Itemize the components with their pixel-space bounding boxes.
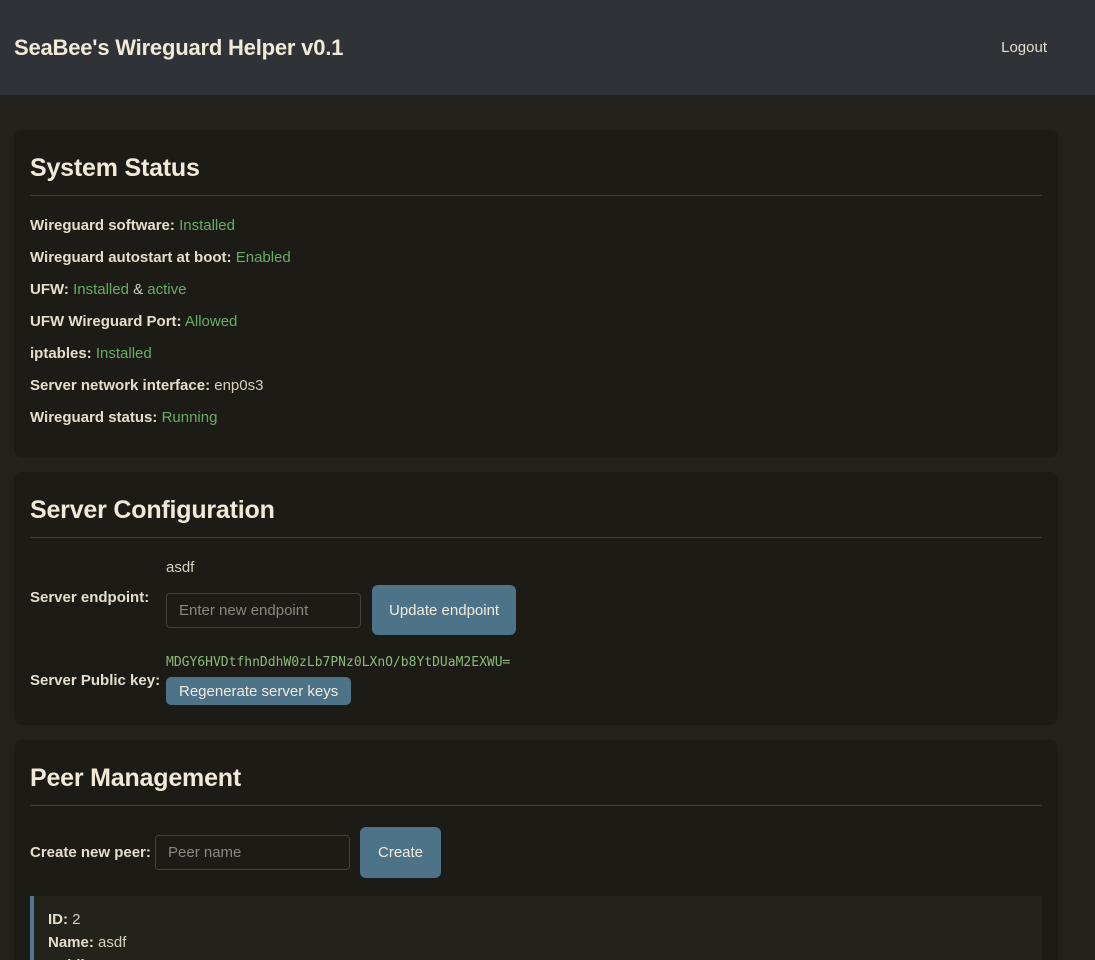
status-label: UFW: [30, 281, 69, 298]
peer-field-value: 2 [72, 911, 80, 928]
logout-link[interactable]: Logout [1001, 39, 1047, 56]
app-title: SeaBee's Wireguard Helper v0.1 [14, 35, 343, 61]
status-value: Installed [179, 217, 235, 234]
peer-list: ID: 2Name: asdfPublic Key: ckyOHj5Bk8707… [30, 896, 1042, 960]
peer-field-value: asdf [98, 934, 126, 951]
status-label: Wireguard status: [30, 409, 157, 426]
create-peer-button[interactable]: Create [360, 827, 441, 878]
server-public-key-label: Server Public key: [30, 672, 166, 689]
server-public-key-value: MDGY6HVDtfhnDdhW0zLb7PNz0LXnO/b8YtDUaM2E… [166, 655, 510, 670]
endpoint-input[interactable] [166, 593, 361, 628]
main-content: System Status Wireguard software: Instal… [14, 95, 1058, 960]
system-status-title: System Status [30, 154, 1042, 183]
server-endpoint-row: Server endpoint: asdf Update endpoint [30, 559, 1042, 635]
server-config-card: Server Configuration Server endpoint: as… [14, 472, 1058, 725]
status-value: Allowed [185, 313, 238, 330]
server-public-key-row: Server Public key: MDGY6HVDtfhnDdhW0zLb7… [30, 655, 1042, 705]
divider [30, 805, 1042, 806]
status-line: iptables: Installed [30, 345, 1042, 363]
status-line: Wireguard software: Installed [30, 217, 1042, 235]
status-value: Installed [96, 345, 152, 362]
peer-management-title: Peer Management [30, 764, 1042, 793]
server-endpoint-current-value: asdf [166, 559, 516, 577]
regenerate-keys-button[interactable]: Regenerate server keys [166, 677, 351, 705]
status-line: Server network interface: enp0s3 [30, 377, 1042, 395]
system-status-list: Wireguard software: Installed Wireguard a… [30, 217, 1042, 427]
update-endpoint-button[interactable]: Update endpoint [372, 585, 516, 635]
divider [30, 537, 1042, 538]
peer-field: Public Key: ckyOHj5Bk8707gAYmcn81Zt1//5y… [48, 954, 1028, 960]
server-public-key-controls: MDGY6HVDtfhnDdhW0zLb7PNz0LXnO/b8YtDUaM2E… [166, 655, 510, 705]
status-label: Wireguard software: [30, 217, 175, 234]
status-label: Server network interface: [30, 377, 210, 394]
status-label: Wireguard autostart at boot: [30, 249, 232, 266]
status-line: Wireguard autostart at boot: Enabled [30, 249, 1042, 267]
server-endpoint-label: Server endpoint: [30, 589, 166, 606]
status-line: Wireguard status: Running [30, 409, 1042, 427]
status-value: & [129, 281, 147, 298]
peer-item: ID: 2Name: asdfPublic Key: ckyOHj5Bk8707… [30, 896, 1042, 960]
status-value: Installed [73, 281, 129, 298]
peer-field-label: Name: [48, 934, 94, 951]
system-status-card: System Status Wireguard software: Instal… [14, 130, 1058, 457]
peer-field-label: ID: [48, 911, 68, 928]
app-header: SeaBee's Wireguard Helper v0.1 Logout [0, 0, 1095, 95]
status-value: Enabled [236, 249, 291, 266]
peer-field: Name: asdf [48, 931, 1028, 954]
status-label: UFW Wireguard Port: [30, 313, 182, 330]
status-value: enp0s3 [214, 377, 263, 394]
status-line: UFW: Installed & active [30, 281, 1042, 299]
server-config-title: Server Configuration [30, 496, 1042, 525]
peer-management-card: Peer Management Create new peer: Create … [14, 740, 1058, 960]
create-peer-label: Create new peer: [30, 844, 155, 861]
status-line: UFW Wireguard Port: Allowed [30, 313, 1042, 331]
server-endpoint-controls: asdf Update endpoint [166, 559, 516, 635]
peer-name-input[interactable] [155, 835, 350, 870]
divider [30, 195, 1042, 196]
create-peer-row: Create new peer: Create [30, 827, 1042, 878]
peer-field: ID: 2 [48, 908, 1028, 931]
status-value: active [147, 281, 186, 298]
status-label: iptables: [30, 345, 92, 362]
status-value: Running [162, 409, 218, 426]
